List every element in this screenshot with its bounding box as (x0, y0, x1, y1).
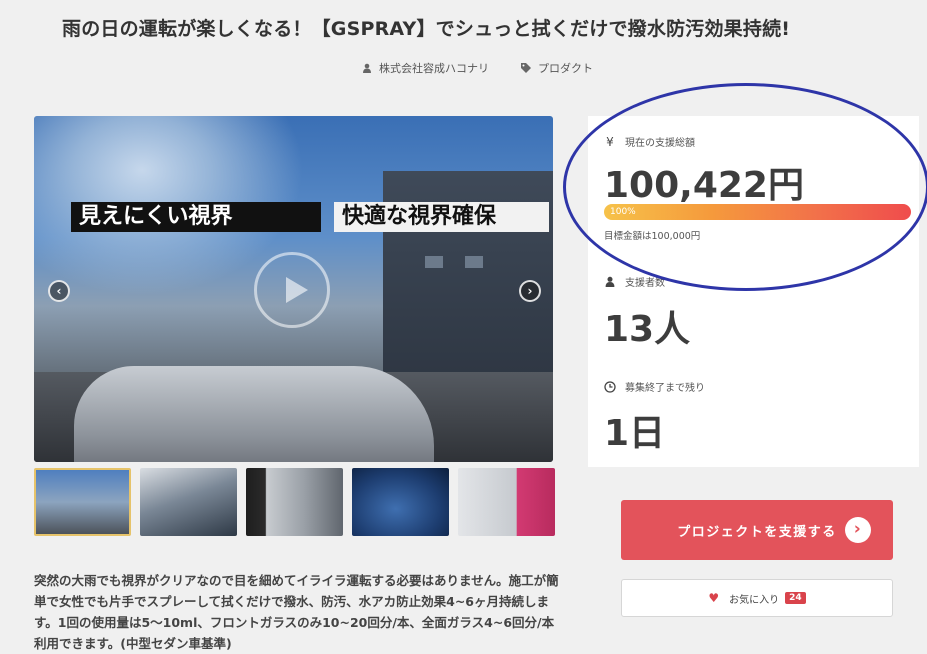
funding-progress-bar: 100% (604, 204, 911, 220)
supporters-count: 13人 (604, 309, 691, 350)
author-link[interactable]: 株式会社容成ハコナリ (362, 60, 489, 76)
remaining-stat: 募集終了まで残り (604, 379, 705, 394)
thumbnail-strip (34, 468, 555, 536)
caption-right: 快適な視界確保 (334, 202, 549, 232)
slider-next-button[interactable]: › (519, 280, 541, 302)
funding-amount: 100,422円 (604, 165, 804, 206)
page-title: 雨の日の運転が楽しくなる！【GSPRAY】でシュっと拭くだけで撥水防汚効果持続! (62, 18, 791, 40)
caption-left: 見えにくい視界 (71, 202, 321, 232)
stats-panel: ¥ 現在の支援総額 100,422円 100% 目標金額は100,000円 支援… (588, 116, 919, 467)
user-icon (605, 276, 615, 287)
category-name: プロダクト (538, 62, 593, 75)
category-link[interactable]: プロダクト (521, 60, 593, 76)
thumbnail-1[interactable] (34, 468, 131, 536)
funding-label: 現在の支援総額 (625, 138, 695, 149)
car-image (74, 366, 434, 462)
chevron-right-icon: › (845, 517, 871, 543)
remaining-days: 1日 (604, 413, 666, 454)
play-video-button[interactable] (254, 252, 330, 328)
yen-icon: ¥ (606, 134, 614, 149)
author-name: 株式会社容成ハコナリ (379, 62, 489, 75)
project-meta: 株式会社容成ハコナリ プロダクト (362, 60, 625, 76)
supporters-label: 支援者数 (625, 278, 665, 289)
clock-icon (604, 380, 616, 393)
thumbnail-2[interactable] (140, 468, 237, 536)
favorite-button[interactable]: ♥ お気に入り 24 (621, 579, 893, 617)
tag-icon (521, 63, 531, 73)
supporters-stat: 支援者数 (604, 274, 665, 289)
user-icon (363, 63, 371, 73)
progress-text: 100% (610, 207, 636, 217)
favorite-label: お気に入り (729, 594, 780, 606)
goal-amount: 目標金額は100,000円 (604, 231, 701, 242)
slider-prev-button[interactable]: ‹ (48, 280, 70, 302)
thumbnail-5[interactable] (458, 468, 555, 536)
favorite-count-badge: 24 (785, 592, 806, 604)
thumbnail-4[interactable] (352, 468, 449, 536)
remaining-label: 募集終了まで残り (625, 383, 705, 394)
support-project-button[interactable]: プロジェクトを支援する › (621, 500, 893, 560)
heart-icon: ♥ (708, 591, 720, 605)
funding-stat: ¥ 現在の支援総額 (604, 134, 695, 150)
main-image-slider[interactable]: 見えにくい視界 快適な視界確保 ‹ › (34, 116, 553, 462)
project-description: 突然の大雨でも視界がクリアなので目を細めてイライラ運転する必要はありません。施工… (34, 573, 559, 651)
thumbnail-3[interactable] (246, 468, 343, 536)
support-button-label: プロジェクトを支援する (677, 524, 837, 540)
